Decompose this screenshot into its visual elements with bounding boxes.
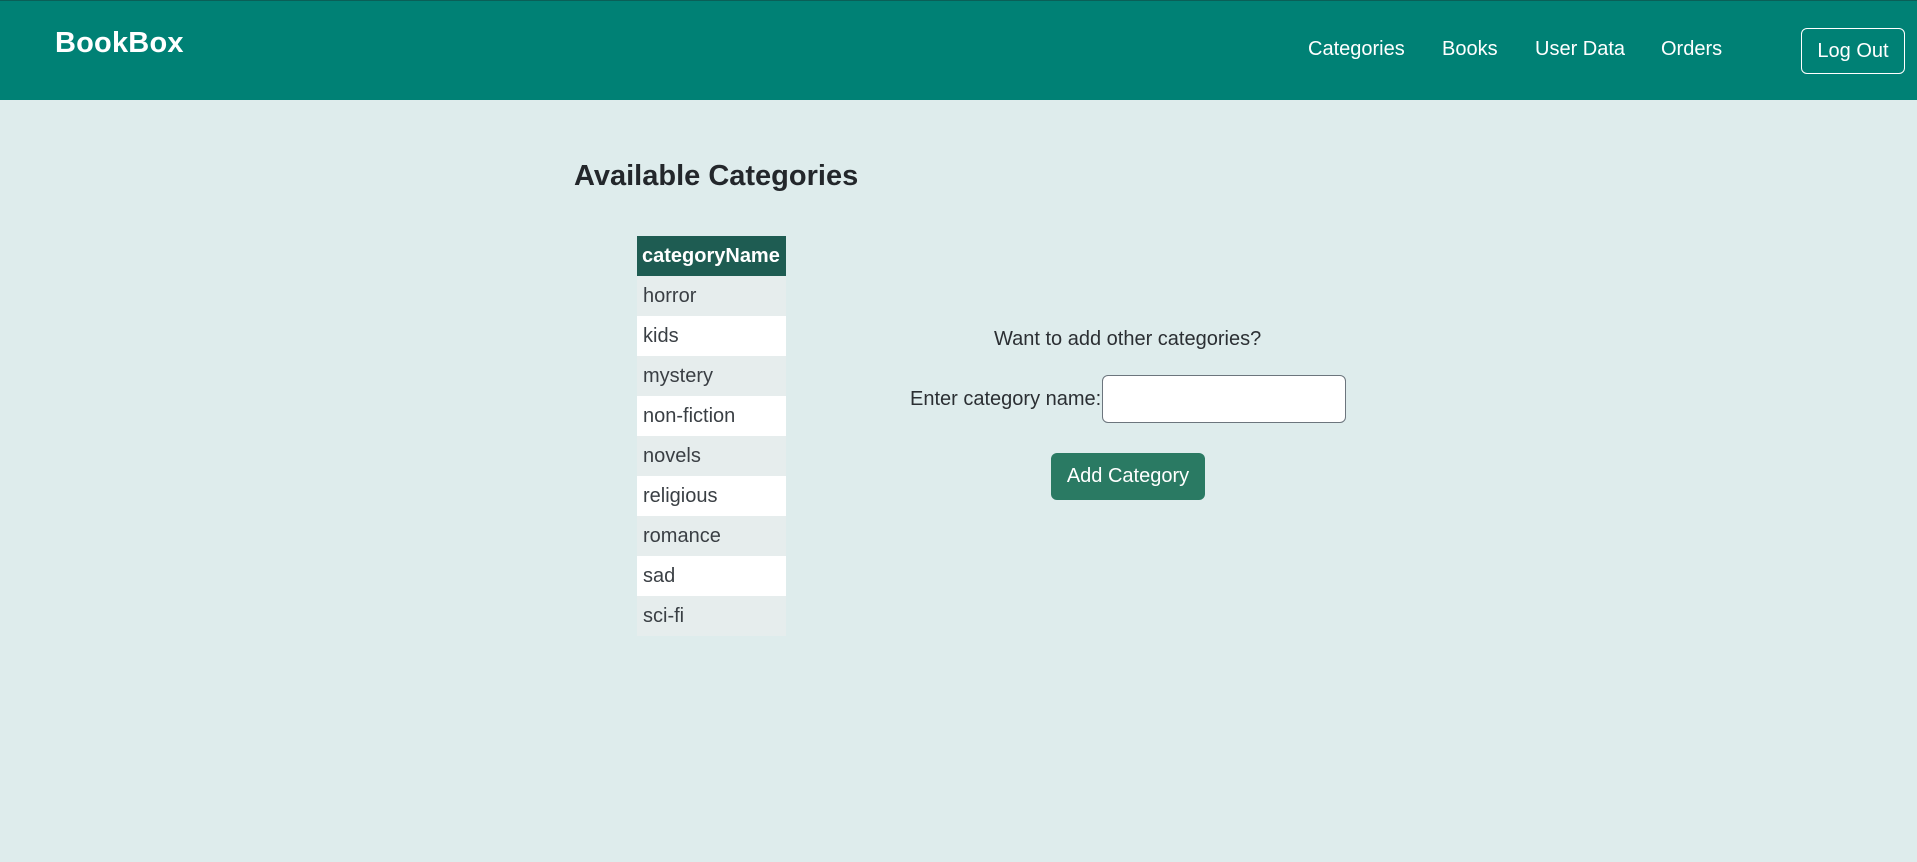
table-row: sci-fi — [637, 596, 786, 636]
categories-table: categoryName horror kids mystery non-fic… — [637, 236, 786, 636]
table-row: sad — [637, 556, 786, 596]
table-row: horror — [637, 276, 786, 316]
logout-button[interactable]: Log Out — [1801, 28, 1905, 74]
table-row: romance — [637, 516, 786, 556]
table-cell: sci-fi — [637, 596, 786, 636]
category-name-input[interactable] — [1102, 375, 1346, 423]
nav-link-categories[interactable]: Categories — [1308, 38, 1405, 61]
nav-link-user-data[interactable]: User Data — [1535, 38, 1625, 61]
nav-links: Categories Books User Data Orders — [0, 38, 1917, 68]
table-cell: sad — [637, 556, 786, 596]
column-header-category-name: categoryName — [637, 236, 786, 276]
table-cell: religious — [637, 476, 786, 516]
table-cell: romance — [637, 516, 786, 556]
table-cell: kids — [637, 316, 786, 356]
table-row: non-fiction — [637, 396, 786, 436]
table-cell: non-fiction — [637, 396, 786, 436]
add-category-prompt: Want to add other categories? — [994, 328, 1262, 350]
category-name-label: Enter category name: — [910, 388, 1102, 410]
nav-link-orders[interactable]: Orders — [1661, 38, 1722, 61]
table-row: novels — [637, 436, 786, 476]
table-row: mystery — [637, 356, 786, 396]
table-cell: mystery — [637, 356, 786, 396]
table-cell: horror — [637, 276, 786, 316]
nav-link-books[interactable]: Books — [1442, 38, 1498, 61]
table-cell: novels — [637, 436, 786, 476]
top-navbar: BookBox Categories Books User Data Order… — [0, 0, 1917, 100]
add-category-button[interactable]: Add Category — [1051, 453, 1205, 500]
table-row: kids — [637, 316, 786, 356]
page-title: Available Categories — [574, 160, 859, 192]
table-row: religious — [637, 476, 786, 516]
